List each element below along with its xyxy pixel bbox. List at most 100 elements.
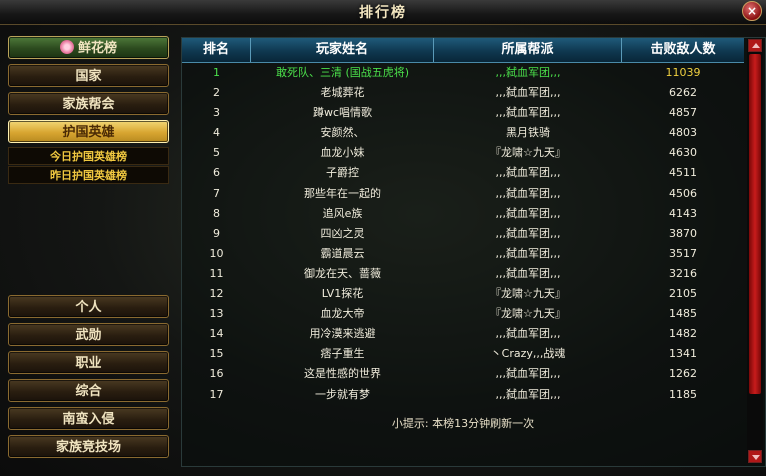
cell-guild: ,,,弑血军团,,, [495, 246, 561, 260]
cell-kills: 3216 [669, 266, 697, 280]
cell-rank: 15 [209, 347, 224, 361]
cell-kills: 1185 [669, 387, 697, 401]
cell-guild: 丶Crazy,,,战魂 [490, 347, 566, 361]
cell-player-name: 霸道晨云 [320, 246, 365, 260]
column-header-player-name[interactable]: 玩家姓名 [251, 38, 434, 62]
cell-player-name: 血龙小妹 [320, 146, 365, 160]
table-row[interactable]: 7 那些年在一起的 ,,,弑血军团,,, 4506 [182, 184, 744, 204]
table-row[interactable]: 6 子爵控 ,,,弑血军团,,, 4511 [182, 163, 744, 183]
ranking-table: 排名 玩家姓名 所属帮派 击败敌人数 1 敢死队、三清 (国战五虎将) ,,,弑血军… [181, 37, 766, 467]
sidebar-item-overall[interactable]: 综合 [8, 379, 169, 402]
ranking-window: 排行榜 × 鲜花榜 国家 家族帮会 护国英雄 今日护国英雄榜 昨日护国英雄榜 个… [0, 0, 766, 476]
flower-icon [59, 40, 74, 54]
sidebar-item-personal[interactable]: 个人 [8, 295, 169, 318]
title-bar: 排行榜 × [0, 0, 766, 25]
cell-rank: 4 [213, 126, 220, 140]
cell-guild: ,,,弑血军团,,, [495, 106, 561, 120]
cell-rank: 11 [209, 266, 224, 280]
cell-player-name: 追风e族 [322, 206, 363, 220]
cell-rank: 14 [209, 327, 224, 341]
cell-player-name: 御龙在天、蔷薇 [304, 266, 381, 280]
scroll-up-icon[interactable] [748, 39, 762, 52]
sidebar-item-country[interactable]: 国家 [8, 64, 169, 87]
cell-player-name: 血龙大帝 [320, 307, 365, 321]
cell-player-name: 那些年在一起的 [304, 186, 381, 200]
sidebar-subitem-today-heroes[interactable]: 今日护国英雄榜 [8, 147, 169, 165]
cell-guild: ,,,弑血军团,,, [495, 206, 561, 220]
sidebar-subitem-yesterday-heroes[interactable]: 昨日护国英雄榜 [8, 166, 169, 184]
cell-kills: 4857 [669, 106, 697, 120]
table-row[interactable]: 2 老城葬花 ,,,弑血军团,,, 6262 [182, 83, 744, 103]
table-row[interactable]: 8 追风e族 ,,,弑血军团,,, 4143 [182, 204, 744, 224]
sidebar-item-label: 鲜花榜 [77, 41, 117, 56]
cell-kills: 2105 [669, 287, 697, 301]
cell-kills: 4803 [669, 126, 697, 140]
table-row[interactable]: 5 血龙小妹 『龙啸☆九天』 4630 [182, 143, 744, 163]
sidebar-item-family-guild[interactable]: 家族帮会 [8, 92, 169, 115]
cell-guild: ,,,弑血军团,,, [495, 66, 561, 79]
cell-rank: 13 [209, 307, 224, 321]
cell-rank: 17 [209, 387, 224, 401]
table-row[interactable]: 9 四凶之灵 ,,,弑血军团,,, 3870 [182, 224, 744, 244]
cell-kills: 1341 [669, 347, 697, 361]
cell-guild: 『龙啸☆九天』 [490, 307, 566, 321]
table-row[interactable]: 10 霸道晨云 ,,,弑血军团,,, 3517 [182, 244, 744, 264]
table-row[interactable]: 4 安颜然、 黑月铁骑 4803 [182, 123, 744, 143]
table-row[interactable]: 1 敢死队、三清 (国战五虎将) ,,,弑血军团,,, 11039 [182, 63, 744, 83]
cell-rank: 8 [213, 206, 220, 220]
cell-rank: 12 [209, 287, 224, 301]
cell-guild: 黑月铁骑 [506, 126, 550, 140]
table-row[interactable]: 14 用冷漠来逃避 ,,,弑血军团,,, 1482 [182, 324, 744, 344]
refresh-hint: 小提示: 本榜13分钟刷新一次 [391, 417, 535, 430]
table-row[interactable]: 12 LV1探花 『龙啸☆九天』 2105 [182, 284, 744, 304]
sidebar-item-merit[interactable]: 武勋 [8, 323, 169, 346]
cell-kills: 1482 [669, 327, 697, 341]
table-row[interactable]: 16 这是性感的世界 ,,,弑血军团,,, 1262 [182, 364, 744, 384]
cell-guild: ,,,弑血军团,,, [495, 226, 561, 240]
cell-guild: ,,,弑血军团,,, [495, 86, 561, 100]
column-header-guild[interactable]: 所属帮派 [434, 38, 622, 62]
table-row[interactable]: 17 一步就有梦 ,,,弑血军团,,, 1185 [182, 385, 744, 405]
sidebar-item-class[interactable]: 职业 [8, 351, 169, 374]
cell-guild: 『龙啸☆九天』 [490, 287, 566, 301]
cell-guild: ,,,弑血军团,,, [495, 387, 561, 401]
sidebar-item-southern-invasion[interactable]: 南蛮入侵 [8, 407, 169, 430]
cell-rank: 1 [213, 66, 220, 79]
column-header-rank[interactable]: 排名 [182, 38, 251, 62]
cell-player-name: 痞子重生 [320, 347, 365, 361]
cell-kills: 3870 [669, 226, 697, 240]
cell-player-name: LV1探花 [321, 287, 364, 301]
scroll-thumb[interactable] [749, 54, 761, 394]
cell-player-name: 敢死队、三清 (国战五虎将) [275, 66, 410, 79]
cell-kills: 1262 [669, 367, 697, 381]
sidebar-item-guardian-heroes[interactable]: 护国英雄 [8, 120, 169, 143]
cell-rank: 2 [213, 86, 220, 100]
cell-rank: 6 [213, 166, 220, 180]
cell-guild: ,,,弑血军团,,, [495, 367, 561, 381]
cell-player-name: 老城葬花 [320, 86, 365, 100]
cell-kills: 11039 [665, 66, 701, 79]
table-row[interactable]: 15 痞子重生 丶Crazy,,,战魂 1341 [182, 344, 744, 364]
table-row[interactable]: 13 血龙大帝 『龙啸☆九天』 1485 [182, 304, 744, 324]
close-icon[interactable]: × [742, 1, 762, 21]
cell-guild: 『龙啸☆九天』 [490, 146, 566, 160]
sidebar-item-family-arena[interactable]: 家族竞技场 [8, 435, 169, 458]
table-header: 排名 玩家姓名 所属帮派 击败敌人数 [182, 38, 744, 63]
sidebar-item-flowers[interactable]: 鲜花榜 [8, 36, 169, 59]
table-row[interactable]: 3 蹲wc唱情歌 ,,,弑血军团,,, 4857 [182, 103, 744, 123]
cell-player-name: 子爵控 [326, 166, 359, 180]
scrollbar[interactable] [747, 39, 763, 463]
cell-rank: 7 [213, 186, 220, 200]
cell-player-name: 这是性感的世界 [304, 367, 381, 381]
cell-player-name: 一步就有梦 [315, 387, 370, 401]
cell-guild: ,,,弑血军团,,, [495, 327, 561, 341]
table-row[interactable]: 11 御龙在天、蔷薇 ,,,弑血军团,,, 3216 [182, 264, 744, 284]
cell-guild: ,,,弑血军团,,, [495, 266, 561, 280]
cell-kills: 4511 [669, 166, 697, 180]
cell-player-name: 四凶之灵 [320, 226, 365, 240]
cell-player-name: 蹲wc唱情歌 [312, 106, 373, 120]
table-body: 1 敢死队、三清 (国战五虎将) ,,,弑血军团,,, 11039 2 老城葬花 ,,,弑血… [182, 63, 744, 405]
scroll-down-icon[interactable] [748, 450, 762, 463]
column-header-kills[interactable]: 击败敌人数 [622, 38, 744, 62]
cell-rank: 9 [213, 226, 220, 240]
